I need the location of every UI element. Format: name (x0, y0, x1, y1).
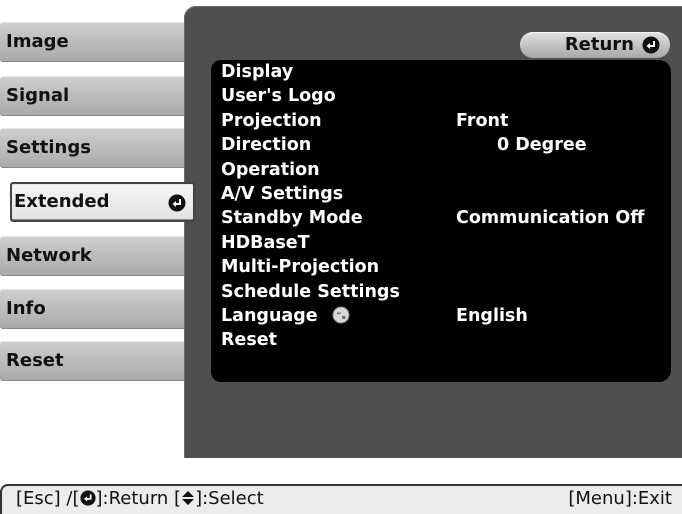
tab-settings[interactable]: Settings (0, 128, 196, 168)
up-down-arrow-icon (182, 491, 195, 505)
enter-icon (79, 490, 96, 506)
tab-image[interactable]: Image (0, 22, 196, 62)
menu-item-reset[interactable]: Reset (211, 328, 671, 352)
tab-label: Extended (14, 191, 110, 212)
menu-item-value: Front (456, 110, 509, 131)
menu-item-label: Schedule Settings (221, 281, 400, 302)
menu-item-label: Direction (221, 135, 312, 156)
tab-reset[interactable]: Reset (0, 341, 196, 381)
menu-item-projection[interactable]: Projection Front (211, 109, 671, 133)
tab-label: Network (6, 245, 92, 266)
help-select-text: ]:Select (195, 488, 264, 509)
help-navigation: [Esc] /[ ]:Return [ ]:Select (16, 486, 264, 511)
menu-item-label: A/V Settings (221, 183, 344, 204)
return-button[interactable]: Return (520, 32, 670, 58)
menu-item-label: Display (221, 62, 294, 82)
menu-item-standby-mode[interactable]: Standby Mode Communication Off (211, 206, 671, 230)
menu-item-label: Projection (221, 110, 322, 131)
help-exit-text: [Menu]:Exit (568, 488, 672, 509)
menu-item-label-wrap: Language (221, 304, 350, 328)
tab-label: Settings (6, 137, 91, 158)
menu-item-multi-projection[interactable]: Multi-Projection (211, 255, 671, 279)
menu-item-av-settings[interactable]: A/V Settings (211, 182, 671, 206)
menu-item-label: Reset (221, 330, 277, 351)
help-esc-text: [Esc] /[ (16, 488, 80, 509)
menu-item-schedule-settings[interactable]: Schedule Settings (211, 280, 671, 304)
help-return-text: ]:Return [ (95, 488, 182, 509)
menu-item-label: Multi-Projection (221, 257, 380, 278)
help-bar: [Esc] /[ ]:Return [ ]:Select [Menu]:Exit (0, 484, 682, 514)
tab-info[interactable]: Info (0, 289, 196, 329)
globe-icon (332, 306, 350, 324)
return-label: Return (564, 34, 634, 55)
extended-panel: Return Display User's Logo Projection Fr… (184, 6, 682, 458)
menu-item-label: Language (221, 305, 318, 326)
menu-item-direction[interactable]: Direction 0 Degree (211, 133, 671, 157)
tab-label: Signal (6, 85, 70, 106)
menu-item-users-logo[interactable]: User's Logo (211, 84, 671, 108)
menu-item-value: Communication Off (456, 208, 645, 229)
menu-item-language[interactable]: Language English (211, 304, 671, 328)
menu-item-label: Standby Mode (221, 208, 363, 229)
enter-icon (168, 194, 186, 212)
menu-item-operation[interactable]: Operation (211, 158, 671, 182)
menu-item-label: HDBaseT (221, 232, 310, 253)
tab-label: Reset (6, 350, 64, 371)
tab-network[interactable]: Network (0, 236, 196, 276)
menu-item-label: User's Logo (221, 86, 336, 107)
menu-item-value: English (456, 305, 528, 326)
tab-signal[interactable]: Signal (0, 76, 196, 116)
menu-item-hdbaset[interactable]: HDBaseT (211, 231, 671, 255)
tab-label: Info (6, 298, 46, 319)
enter-icon (642, 36, 660, 54)
menu-item-value: 0 Degree (497, 135, 587, 156)
tab-label: Image (6, 31, 69, 52)
menu-item-display[interactable]: Display (211, 60, 671, 84)
extended-menu-list: Display User's Logo Projection Front Dir… (211, 60, 671, 382)
tab-extended[interactable]: Extended (10, 182, 195, 222)
menu-item-label: Operation (221, 159, 320, 180)
